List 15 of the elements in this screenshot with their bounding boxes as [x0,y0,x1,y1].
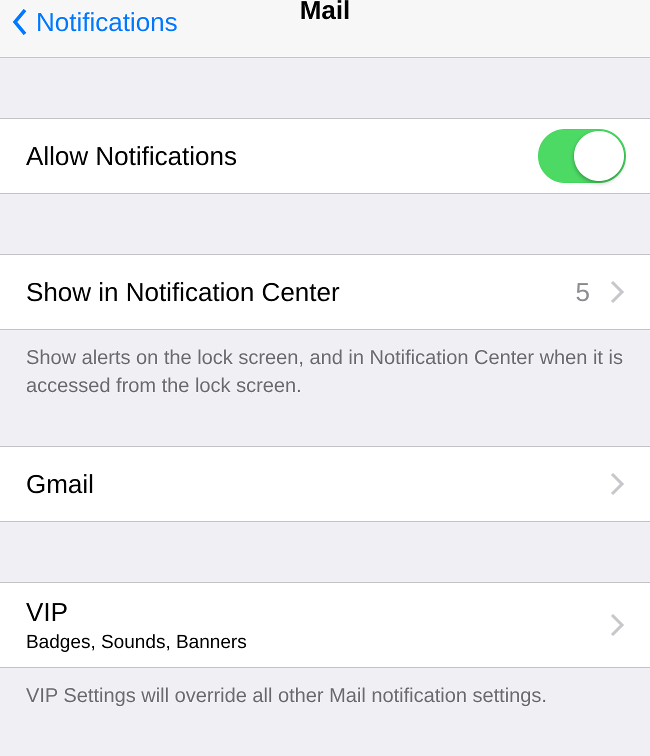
section-footer: VIP Settings will override all other Mail notification settings. [0,668,650,710]
row-label: Gmail [26,468,95,500]
chevron-icon [610,280,624,304]
row-label: VIP [26,596,69,628]
section-footer: Show alerts on the lock screen, and in Notification Center when it is accessed from the lock screen. [0,330,650,400]
row-label: Show in Notification Center [26,276,341,308]
back-chevron-icon [12,8,28,36]
back-button[interactable]: Notifications [0,0,178,44]
row-label: Allow Notifications [26,140,238,172]
row-subtitle: Badges, Sounds, Banners [26,632,248,654]
row-value: 5 [576,276,590,308]
toggle-switch[interactable] [538,129,626,183]
chevron-icon [610,613,624,637]
nav-title: Mail [300,0,350,26]
chevron-icon [610,472,624,496]
